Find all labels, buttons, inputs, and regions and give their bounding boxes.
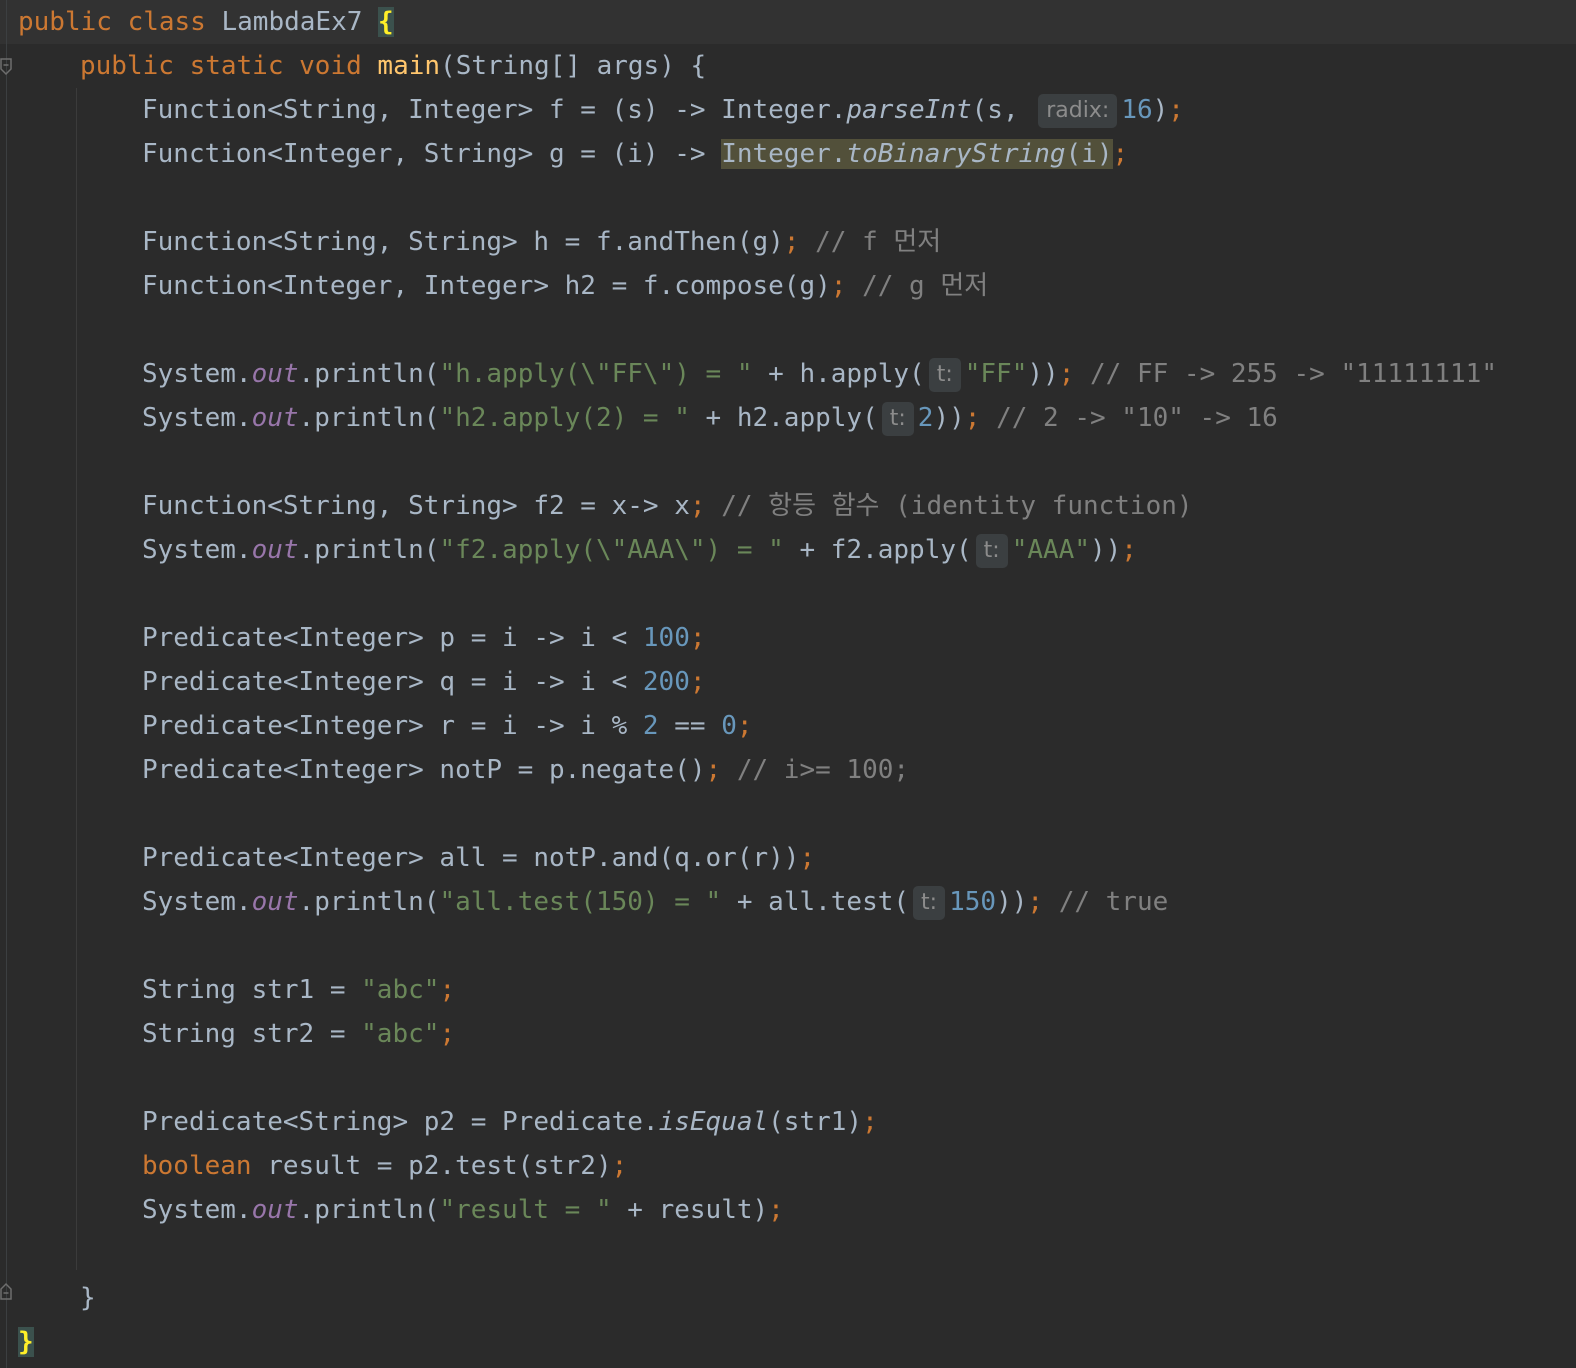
code-line-f[interactable]: Function<String, Integer> f = (s) -> Int…	[0, 88, 1184, 132]
parameter-hint: t:	[975, 534, 1008, 568]
code-line-println-h2[interactable]: System.out.println("h2.apply(2) = " + h2…	[0, 396, 1278, 440]
code-line-g[interactable]: Function<Integer, String> g = (i) -> Int…	[0, 132, 1128, 176]
code-line-p[interactable]: Predicate<Integer> p = i -> i < 100;	[0, 616, 706, 660]
code-line-p2[interactable]: Predicate<String> p2 = Predicate.isEqual…	[0, 1100, 878, 1144]
class-name: LambdaEx7	[221, 7, 363, 37]
code-line-main-decl[interactable]: public static void main(String[] args) {	[0, 44, 706, 88]
code-editor[interactable]: public class LambdaEx7 { public static v…	[0, 0, 1576, 1368]
parameter-hint: radix:	[1038, 94, 1118, 128]
code-line-f2[interactable]: Function<String, String> f2 = x-> x; // …	[0, 484, 1193, 528]
code-line-println-h[interactable]: System.out.println("h.apply(\"FF\") = " …	[0, 352, 1497, 396]
code-line-str2[interactable]: String str2 = "abc";	[0, 1012, 455, 1056]
method-name: main	[377, 51, 441, 81]
code-line-result[interactable]: boolean result = p2.test(str2);	[0, 1144, 627, 1188]
parameter-hint: t:	[881, 402, 914, 436]
code-line-main-close[interactable]: }	[0, 1276, 96, 1320]
code-line-q[interactable]: Predicate<Integer> q = i -> i < 200;	[0, 660, 706, 704]
matched-brace: }	[18, 1327, 34, 1357]
code-line-println-result[interactable]: System.out.println("result = " + result)…	[0, 1188, 784, 1232]
code-line-str1[interactable]: String str1 = "abc";	[0, 968, 455, 1012]
code-line-println-f2[interactable]: System.out.println("f2.apply(\"AAA\") = …	[0, 528, 1137, 572]
code-line-println-all[interactable]: System.out.println("all.test(150) = " + …	[0, 880, 1168, 924]
code-line-class-close[interactable]: }	[0, 1320, 34, 1364]
parameter-hint: t:	[928, 358, 961, 392]
code-line-all[interactable]: Predicate<Integer> all = notP.and(q.or(r…	[0, 836, 815, 880]
highlighted-expression: Integer.toBinaryString(i)	[721, 139, 1113, 169]
code-line-h[interactable]: Function<String, String> h = f.andThen(g…	[0, 220, 941, 264]
code-line-h2[interactable]: Function<Integer, Integer> h2 = f.compos…	[0, 264, 988, 308]
code-line-notp[interactable]: Predicate<Integer> notP = p.negate(); //…	[0, 748, 909, 792]
matched-brace: {	[378, 7, 394, 37]
code-line-r[interactable]: Predicate<Integer> r = i -> i % 2 == 0;	[0, 704, 753, 748]
parameter-hint: t:	[913, 886, 946, 920]
code-line-class-decl[interactable]: public class LambdaEx7 {	[0, 0, 394, 44]
